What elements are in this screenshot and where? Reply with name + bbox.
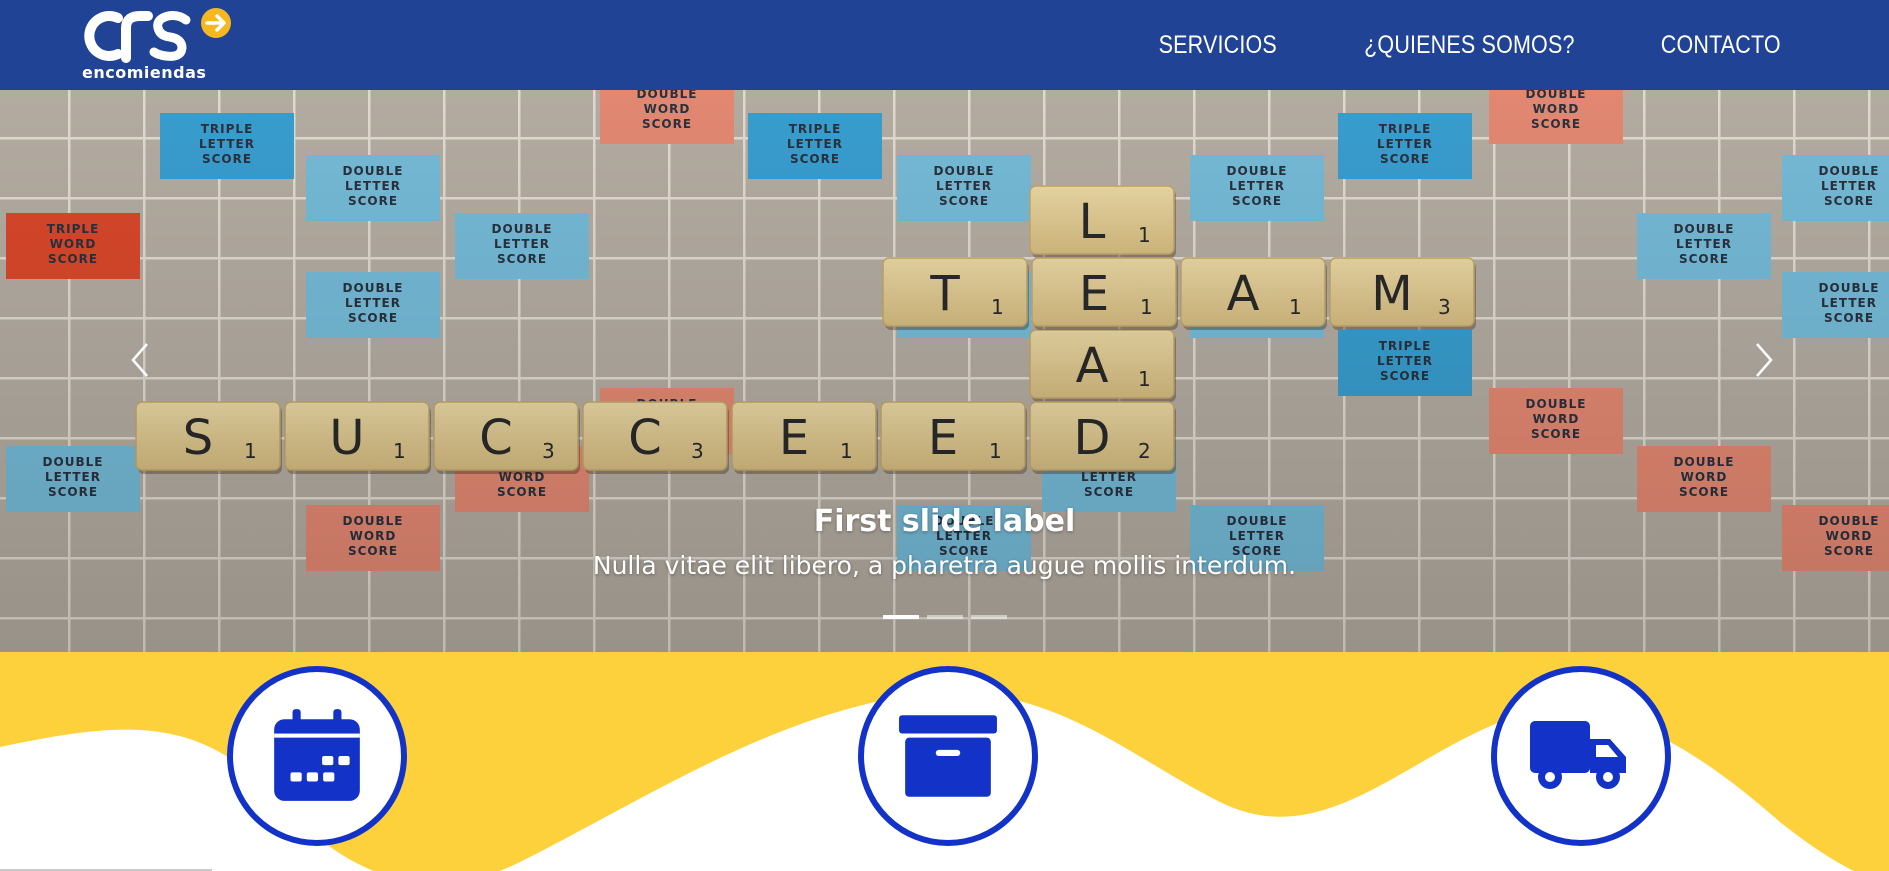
calendar-icon (274, 709, 360, 801)
archive-box-icon (899, 715, 997, 797)
indicator-slide-1[interactable] (882, 615, 919, 619)
brand-subtitle: encomiendas (82, 63, 207, 82)
chevron-right-icon (1756, 343, 1773, 377)
slide-text: Nulla vitae elit libero, a pharetra augu… (592, 551, 1297, 580)
carousel-indicators (0, 615, 1889, 619)
indicator-slide-3[interactable] (970, 615, 1007, 619)
brand-logo[interactable]: encomiendas (78, 6, 238, 84)
nav-contacto[interactable]: CONTACTO (1661, 31, 1781, 60)
slide-title: First slide label (813, 504, 1076, 539)
features-section (0, 652, 1889, 871)
navbar: encomiendas SERVICIOS ¿QUIENES SOMOS? CO… (0, 0, 1889, 90)
nav-servicios[interactable]: SERVICIOS (1159, 31, 1277, 60)
nav-quienes-somos[interactable]: ¿QUIENES SOMOS? (1364, 31, 1574, 60)
main-nav: SERVICIOS ¿QUIENES SOMOS? CONTACTO (1149, 0, 1791, 90)
carousel-next-button[interactable] (1734, 330, 1794, 390)
chevron-left-icon (131, 343, 148, 377)
feature-calendar[interactable] (227, 666, 407, 846)
indicator-slide-2[interactable] (926, 615, 963, 619)
feature-delivery[interactable] (1491, 666, 1671, 846)
crs-logo-mark (84, 8, 231, 63)
hero-carousel: TRIPLELETTERSCORETRIPLELETTERSCORETRIPLE… (0, 90, 1889, 652)
delivery-truck-icon (1530, 721, 1626, 789)
slide-caption: First slide label Nulla vitae elit liber… (0, 504, 1889, 580)
carousel-prev-button[interactable] (110, 330, 170, 390)
feature-archive[interactable] (858, 666, 1038, 846)
